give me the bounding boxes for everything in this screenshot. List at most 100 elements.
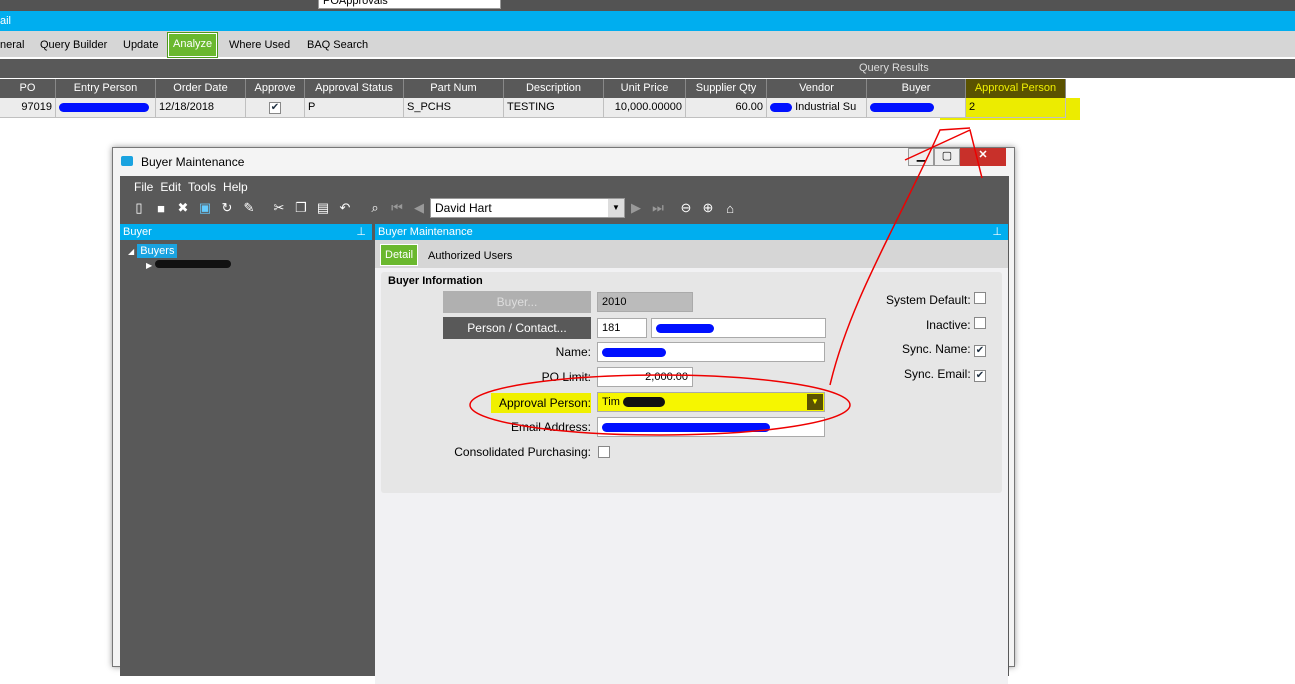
menu-help[interactable]: Help (223, 180, 248, 194)
sync-name-checkbox[interactable]: ✔ (974, 345, 986, 357)
search-icon[interactable]: ⌕ (364, 200, 386, 216)
record-combo-value: David Hart (435, 201, 492, 215)
approve-checkbox[interactable]: ✔ (269, 102, 281, 114)
back-icon[interactable]: ⊖ (675, 200, 697, 216)
sync-email-label: Sync. Email: (903, 367, 971, 381)
sync-name-label: Sync. Name: (901, 342, 971, 356)
redaction (602, 422, 770, 432)
inactive-checkbox[interactable] (974, 317, 986, 329)
save-icon[interactable]: ■ (150, 201, 172, 216)
tree-root-buyers[interactable]: Buyers (137, 244, 178, 258)
buyer-maintenance-dialog: Buyer Maintenance ▁ ▢ ✕ File Edit Tools … (112, 147, 1015, 684)
inactive-label: Inactive: (925, 318, 971, 332)
home-icon[interactable]: ⌂ (719, 201, 741, 216)
record-combo[interactable]: David Hart ▼ (430, 198, 625, 218)
query-combo[interactable]: POApprovals (318, 0, 501, 9)
inactive-row: Inactive: (851, 317, 986, 342)
sync-name-row: Sync. Name: ✔ (851, 342, 986, 367)
tab-authorized-users[interactable]: Authorized Users (428, 250, 512, 262)
col-approve[interactable]: Approve (246, 79, 305, 99)
last-record-icon[interactable]: ⏭ (647, 200, 669, 216)
pin-icon[interactable]: ⊥ (356, 224, 366, 240)
sync-email-row: Sync. Email: ✔ (851, 367, 986, 392)
flags-group: System Default: Inactive: Sync. Name: ✔ … (851, 292, 986, 392)
first-record-icon[interactable]: ⏮ (386, 200, 408, 216)
tab-where-used[interactable]: Where Used (229, 39, 290, 51)
copy-icon[interactable]: ❐ (290, 200, 312, 216)
attach-icon[interactable]: ▣ (194, 200, 216, 216)
undo-icon[interactable]: ↶ (334, 200, 356, 216)
close-button[interactable]: ✕ (960, 148, 1006, 166)
email-address-field[interactable] (597, 417, 825, 437)
tab-baq-search[interactable]: BAQ Search (307, 39, 368, 51)
group-title: Buyer Information (388, 275, 483, 287)
delete-icon[interactable]: ✖ (172, 200, 194, 216)
forward-icon[interactable]: ⊕ (697, 200, 719, 216)
refresh-icon[interactable]: ↻ (216, 200, 238, 216)
new-icon[interactable]: ▯ (128, 200, 150, 216)
pin-icon[interactable]: ⊥ (992, 224, 1002, 240)
col-order-date[interactable]: Order Date (156, 79, 246, 99)
po-limit-field[interactable]: 2,000.00 (597, 367, 693, 387)
cell-po: 97019 (0, 98, 56, 118)
table-row[interactable]: 97019 12/18/2018 ✔ P S_PCHS TESTING 10,0… (0, 98, 1066, 118)
col-entry-person[interactable]: Entry Person (56, 79, 156, 99)
right-pane: Buyer Maintenance ⊥ Detail Authorized Use… (375, 224, 1008, 684)
tab-detail[interactable]: Detail (380, 244, 419, 266)
approval-person-label: Approval Person: (491, 393, 591, 413)
cell-part-num: S_PCHS (404, 98, 504, 118)
cut-icon[interactable]: ✂ (268, 200, 290, 216)
grid-header: PO Entry Person Order Date Approve Appro… (0, 79, 1066, 99)
buyer-info-group: Buyer Information Buyer... 2010 Person /… (381, 272, 1002, 493)
tab-query-builder[interactable]: Query Builder (40, 39, 107, 51)
menu-tools[interactable]: Tools (188, 180, 216, 194)
col-vendor[interactable]: Vendor (767, 79, 867, 99)
prev-record-icon[interactable]: ◀ (408, 200, 430, 216)
col-approval-person[interactable]: Approval Person (966, 79, 1066, 99)
name-label: Name: (555, 345, 591, 359)
person-contact-button[interactable]: Person / Contact... (443, 317, 591, 339)
paste-icon[interactable]: ▤ (312, 200, 334, 216)
clear-icon[interactable]: ✎ (238, 200, 260, 216)
left-pane-title: Buyer (123, 226, 152, 238)
cell-supplier-qty: 60.00 (686, 98, 767, 118)
name-field[interactable] (597, 342, 825, 362)
buyer-id-field[interactable]: 2010 (597, 292, 693, 312)
tree-item[interactable]: ▶ (146, 259, 364, 271)
consolidated-purchasing-label: Consolidated Purchasing: (454, 445, 591, 459)
col-part-num[interactable]: Part Num (404, 79, 504, 99)
col-description[interactable]: Description (504, 79, 604, 99)
consolidated-purchasing-checkbox[interactable] (598, 446, 610, 458)
next-record-icon[interactable]: ▶ (625, 200, 647, 216)
menu-file[interactable]: File (134, 180, 153, 194)
col-supplier-qty[interactable]: Supplier Qty (686, 79, 767, 99)
email-address-label: Email Address: (510, 420, 591, 434)
chevron-down-icon[interactable]: ▼ (807, 394, 823, 410)
person-id-field[interactable]: 181 (597, 318, 647, 338)
col-approval-status[interactable]: Approval Status (305, 79, 404, 99)
chevron-down-icon[interactable]: ▼ (608, 199, 624, 217)
approval-person-combo[interactable]: Tim ▼ (597, 392, 825, 412)
col-po[interactable]: PO (0, 79, 56, 99)
query-results-title: Query Results (859, 62, 929, 74)
buyer-button[interactable]: Buyer... (443, 291, 591, 313)
col-unit-price[interactable]: Unit Price (604, 79, 686, 99)
menu-edit[interactable]: Edit (160, 180, 181, 194)
cell-buyer (867, 98, 966, 118)
cell-entry-person (56, 98, 156, 118)
person-name-field[interactable] (651, 318, 826, 338)
system-default-checkbox[interactable] (974, 292, 986, 304)
tab-bar: neral Query Builder Update Analyze Where… (0, 31, 1295, 58)
sync-email-checkbox[interactable]: ✔ (974, 370, 986, 382)
redaction (870, 102, 934, 112)
minimize-button[interactable]: ▁ (908, 148, 934, 166)
tab-general[interactable]: neral (0, 39, 24, 51)
expand-icon[interactable]: ▶ (146, 261, 152, 270)
tab-update[interactable]: Update (123, 39, 158, 51)
cell-unit-price: 10,000.00000 (604, 98, 686, 118)
maximize-button[interactable]: ▢ (934, 148, 960, 166)
col-buyer[interactable]: Buyer (867, 79, 966, 99)
tab-analyze[interactable]: Analyze (166, 32, 219, 58)
collapse-icon[interactable]: ◢ (128, 247, 134, 256)
po-limit-label: PO Limit: (541, 370, 591, 384)
